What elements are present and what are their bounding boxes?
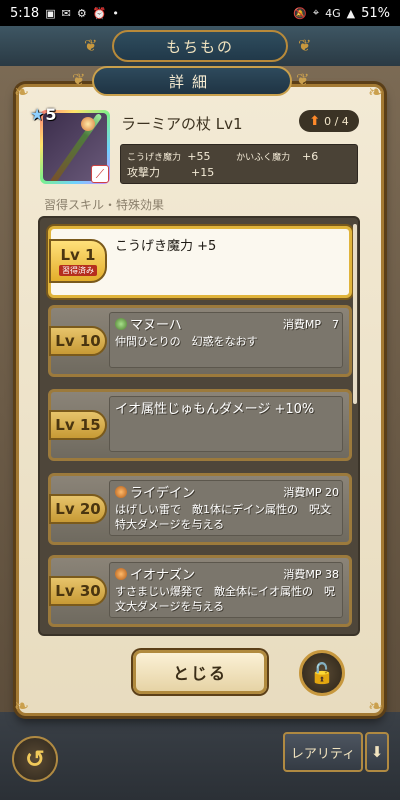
stat-label: こうげき魔力 <box>127 152 182 163</box>
stat-value: +15 <box>191 165 215 179</box>
spell-orb-icon <box>115 485 127 498</box>
star-icon: ★ <box>30 104 45 124</box>
stat-row: 攻撃力 +15 <box>127 164 351 180</box>
skill-mp: 消費MP 7 <box>282 318 339 331</box>
skill-card-lv1[interactable]: Lv 1 習得済み こうげき魔力 +5 <box>48 226 352 298</box>
skill-card-lv15[interactable]: Lv 15 イオ属性じゅもんダメージ +10% <box>48 389 352 461</box>
skill-name: こうげき魔力 +5 <box>115 239 217 254</box>
signal-icon: ▲ <box>346 6 356 20</box>
skill-description: 仲間ひとりの 幻惑をなおす <box>115 335 258 348</box>
skill-description: すさまじい爆発で 敵全体にイオ属性の 呪文大ダメージを与える <box>115 585 335 613</box>
weapon-type-icon: ⟋ <box>91 165 109 183</box>
rarity-sort-button[interactable]: レアリティ <box>283 732 363 772</box>
stats-box: こうげき魔力 +55 かいふく魔力 +6 攻撃力 +15 <box>120 144 358 184</box>
scrollbar[interactable] <box>353 224 357 404</box>
mute-icon: 🔕 <box>293 6 307 20</box>
skill-list[interactable]: Lv 1 習得済み こうげき魔力 +5 Lv 10 マヌーハ 消費MP 7 仲間… <box>38 216 360 636</box>
modal-title: 詳細 <box>92 66 292 96</box>
level-tag: Lv 10 <box>49 326 107 356</box>
spell-orb-icon <box>115 567 127 580</box>
skill-mp: 消費MP 20 <box>283 486 339 499</box>
alarm-icon: ⏰ <box>92 6 107 20</box>
corner-ornament-icon: ❧ <box>368 82 384 103</box>
location-icon: ⌖ <box>312 6 320 19</box>
skill-card-lv20[interactable]: Lv 20 ライデイン 消費MP 20 はげしい雷で 敵1体にデイン属性の 呪文… <box>48 473 352 545</box>
item-name: ラーミアの杖 Lv1 <box>121 115 243 133</box>
unlock-icon: 🔓 <box>309 661 335 685</box>
lock-button[interactable]: 🔓 <box>299 650 345 696</box>
corner-ornament-icon: ❧ <box>368 696 384 717</box>
network-label: 4G <box>325 6 341 20</box>
upgrade-count: 0 / 4 <box>324 114 349 128</box>
level-label: Lv 1 <box>60 246 96 264</box>
down-arrow-icon: ⬇ <box>370 743 384 761</box>
settings-icon: ⚙ <box>76 6 87 20</box>
stat-value: +55 <box>187 149 211 163</box>
upgrade-badge: ⬆ 0 / 4 <box>299 110 359 132</box>
level-tag: Lv 15 <box>49 410 107 440</box>
rarity-stars: 5 <box>45 104 57 124</box>
corner-ornament-icon: ❧ <box>14 82 30 103</box>
rarity-badge: ★ 5 <box>30 104 64 124</box>
battery-level: 51% <box>361 5 390 21</box>
skill-name: マヌーハ <box>115 314 182 333</box>
status-time: 5:18 <box>10 5 40 21</box>
mail-icon: ✉ <box>61 6 71 20</box>
upgrade-arrow-icon: ⬆ <box>309 113 321 129</box>
stat-value: +6 <box>302 149 319 163</box>
screen-title: もちもの <box>112 30 288 62</box>
acquired-badge: 習得済み <box>59 265 97 276</box>
title-ornament-left-icon: ❦ <box>72 70 86 89</box>
status-bar: 5:18 ▣ ✉ ⚙ ⏰ • 🔕 ⌖ 4G ▲ 51% <box>0 0 400 26</box>
level-tag: Lv 20 <box>49 494 107 524</box>
ornament-right-icon: ❦ <box>298 36 312 55</box>
spell-orb-icon <box>115 317 127 330</box>
dot-icon: • <box>112 6 119 20</box>
ornament-left-icon: ❦ <box>84 36 98 55</box>
stat-label: 攻撃力 <box>127 166 160 179</box>
back-arrow-icon: ↺ <box>24 745 46 773</box>
skill-card-lv30[interactable]: Lv 30 イオナズン 消費MP 38 すさまじい爆発で 敵全体にイオ属性の 呪… <box>48 555 352 627</box>
level-tag: Lv 1 習得済み <box>49 239 107 283</box>
stat-row: こうげき魔力 +55 かいふく魔力 +6 <box>127 148 351 164</box>
corner-ornament-icon: ❧ <box>14 696 30 717</box>
gallery-icon: ▣ <box>45 6 56 20</box>
skill-mp: 消費MP 38 <box>283 568 339 581</box>
section-label: 習得スキル・特殊効果 <box>44 198 165 212</box>
close-button[interactable]: とじる <box>133 650 267 694</box>
level-tag: Lv 30 <box>49 576 107 606</box>
title-ornament-right-icon: ❦ <box>296 70 310 89</box>
stat-label: かいふく魔力 <box>236 152 291 163</box>
skill-name: イオナズン <box>115 564 195 583</box>
skill-description: はげしい雷で 敵1体にデイン属性の 呪文特大ダメージを与える <box>115 503 331 531</box>
skill-name: イオ属性じゅもんダメージ +10% <box>115 402 315 417</box>
back-button[interactable]: ↺ <box>12 736 58 782</box>
sort-order-button[interactable]: ⬇ <box>365 732 389 772</box>
skill-card-lv10[interactable]: Lv 10 マヌーハ 消費MP 7 仲間ひとりの 幻惑をなおす <box>48 305 352 377</box>
skill-name: ライデイン <box>115 482 195 501</box>
